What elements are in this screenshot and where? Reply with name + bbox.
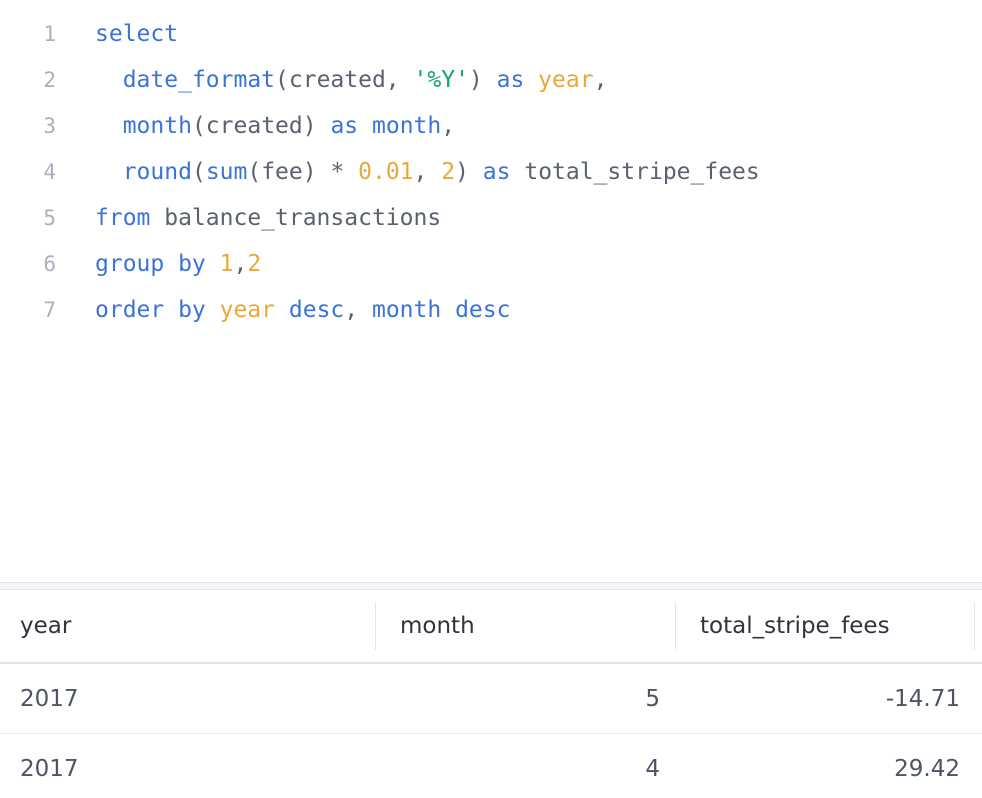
column-resize-handle[interactable] — [974, 602, 975, 650]
code-token-fn: sum — [205, 159, 248, 185]
code-text: select — [95, 11, 178, 57]
column-header-year[interactable]: year — [20, 590, 360, 662]
code-token-fn: month — [372, 113, 442, 139]
code-token-kw: as — [330, 113, 359, 139]
column-resize-handle[interactable] — [375, 602, 376, 650]
code-token-plain: , — [344, 297, 372, 323]
code-token-plain: ( — [191, 159, 206, 185]
column-header-month[interactable]: month — [400, 590, 660, 662]
code-token-kw: desc — [288, 297, 345, 323]
code-text: month(created) as month, — [95, 103, 455, 149]
code-line[interactable]: 5 from balance_transactions — [0, 195, 982, 241]
code-line[interactable]: 3 month(created) as month, — [0, 103, 982, 149]
code-token-kw: select — [95, 21, 179, 47]
code-token-fn: month — [122, 113, 192, 139]
cell-total-stripe-fees: -14.71 — [885, 686, 960, 712]
code-text: round(sum(fee) * 0.01, 2) as total_strip… — [95, 149, 760, 195]
table-row[interactable]: 2017 4 29.42 — [0, 734, 982, 798]
results-header-row: year month total_stripe_fees — [0, 590, 982, 664]
code-token-plain: ) — [455, 159, 483, 185]
line-number: 2 — [43, 68, 56, 92]
code-line[interactable]: 2 date_format(created, '%Y') as year, — [0, 57, 982, 103]
code-token-plain: (created) — [191, 113, 331, 139]
code-token-kw: from — [95, 205, 151, 231]
code-token-num: 2 — [441, 159, 456, 185]
query-workspace: 1 select 2 date_format(created, '%Y') as y… — [0, 0, 982, 798]
results-panel: year month total_stripe_fees 2017 5 -14.… — [0, 582, 982, 798]
code-token-plain: , — [233, 251, 248, 277]
cell-year: 2017 — [20, 686, 79, 712]
code-token-str: '%Y' — [413, 67, 469, 93]
code-token-plain: ) — [468, 67, 497, 93]
line-number: 4 — [43, 160, 56, 184]
line-number: 1 — [43, 22, 56, 46]
code-text: group by 1,2 — [95, 241, 261, 287]
cell-month: 5 — [645, 686, 660, 712]
code-line[interactable]: 4 round(sum(fee) * 0.01, 2) as total_str… — [0, 149, 982, 195]
line-number: 6 — [43, 252, 56, 276]
code-line[interactable]: 1 select — [0, 11, 982, 57]
code-token-plain: , — [413, 159, 442, 185]
cell-month: 4 — [645, 756, 660, 782]
code-text: date_format(created, '%Y') as year, — [95, 57, 608, 103]
column-header-total-stripe-fees[interactable]: total_stripe_fees — [700, 590, 960, 662]
code-token-fn: date_format — [122, 67, 276, 93]
line-number: 7 — [43, 298, 56, 322]
line-number: 5 — [43, 206, 56, 230]
code-token-kw: as — [496, 67, 525, 93]
line-number: 3 — [43, 114, 56, 138]
code-token-plain: total_stripe_fees — [510, 159, 760, 185]
code-token-fn: round — [122, 159, 192, 185]
code-line[interactable]: 6 group by 1,2 — [0, 241, 982, 287]
sql-editor[interactable]: 1 select 2 date_format(created, '%Y') as y… — [0, 0, 982, 582]
code-token-plain: (fee) * — [247, 159, 359, 185]
code-token-plain: balance_transactions — [150, 205, 442, 231]
cell-total-stripe-fees: 29.42 — [894, 756, 960, 782]
code-token-plain: , — [441, 113, 456, 139]
code-token-id: year — [219, 297, 276, 323]
code-token-num: 2 — [247, 251, 262, 277]
results-divider[interactable] — [0, 582, 982, 590]
code-text: order by year desc, month desc — [95, 287, 510, 333]
code-token-num: 0.01 — [358, 159, 414, 185]
cell-year: 2017 — [20, 756, 79, 782]
code-token-kw: order by — [95, 297, 206, 323]
code-token-plain: , — [593, 67, 608, 93]
code-token-kw: group by — [95, 251, 206, 277]
code-token-id: year — [538, 67, 594, 93]
code-token-kw: as — [482, 159, 511, 185]
code-text: from balance_transactions — [95, 195, 441, 241]
code-token-kw: month desc — [371, 297, 511, 323]
column-resize-handle[interactable] — [675, 602, 676, 650]
code-token-num: 1 — [219, 251, 234, 277]
code-line[interactable]: 7 order by year desc, month desc — [0, 287, 982, 333]
code-token-plain: (created, — [275, 67, 414, 93]
table-row[interactable]: 2017 5 -14.71 — [0, 664, 982, 734]
